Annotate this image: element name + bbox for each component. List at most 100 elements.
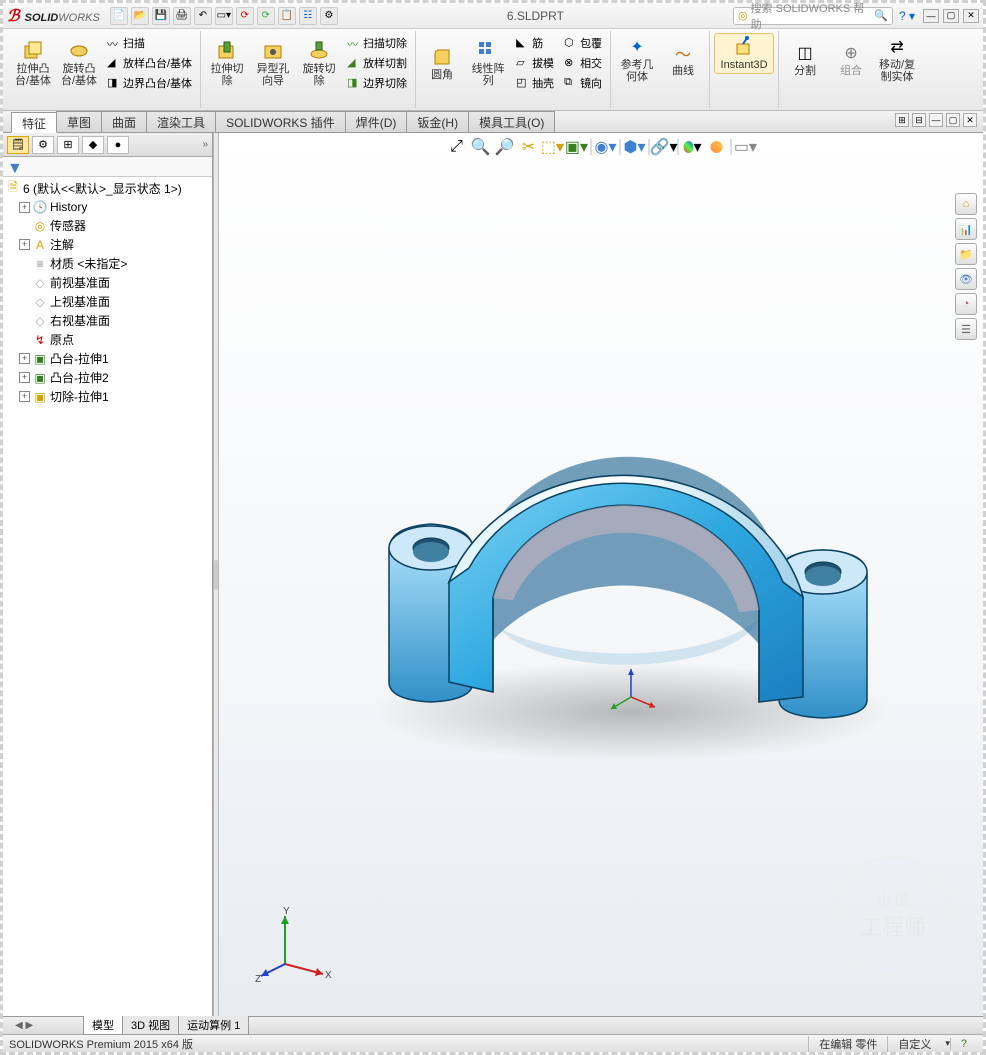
qat-undo-button[interactable]: ↶	[194, 7, 212, 25]
instant3d-button[interactable]: Instant3D	[714, 33, 774, 74]
status-help-button[interactable]: ?	[950, 1038, 977, 1050]
section-view-button[interactable]: ✂	[519, 137, 539, 157]
status-custom[interactable]: 自定义	[887, 1036, 941, 1052]
qat-rebuild2-button[interactable]: ⟳	[257, 7, 275, 25]
tree-origin[interactable]: ↯原点	[5, 330, 210, 349]
zoom-fit-button[interactable]: ⤢	[447, 137, 467, 157]
tab-features[interactable]: 特征	[11, 112, 57, 133]
sweep-cut-button[interactable]: 〰扫描切除	[343, 33, 411, 53]
minimize-button[interactable]: —	[923, 9, 939, 23]
prev-view-button[interactable]: 🔎	[495, 137, 515, 157]
orientation-triad[interactable]: Y X Z	[255, 904, 335, 984]
qat-rebuild-button[interactable]: ⟳	[236, 7, 254, 25]
taskpane-properties-button[interactable]: ☰	[955, 318, 977, 340]
extrude-boss-button[interactable]: 拉伸凸台/基体	[11, 37, 55, 90]
shell-button[interactable]: ◰抽壳	[512, 73, 558, 93]
close-button[interactable]: ✕	[963, 9, 979, 23]
move-copy-button[interactable]: ⇄ 移动/复制实体	[875, 33, 919, 86]
fillet-button[interactable]: 圆角	[420, 43, 464, 84]
hole-wizard-button[interactable]: 异型孔向导	[251, 37, 295, 90]
doc-split-button[interactable]: ⊞	[895, 113, 909, 127]
qat-open-button[interactable]: 📂	[131, 7, 149, 25]
intersect-button[interactable]: ⊗相交	[560, 53, 606, 73]
apply-scene-button[interactable]: 🔗▾	[654, 137, 674, 157]
tree-material[interactable]: ≡材质 <未指定>	[5, 254, 210, 273]
cut-revolve-button[interactable]: 旋转切除	[297, 37, 341, 90]
qat-print-button[interactable]: 🖨	[173, 7, 191, 25]
hide-show-button[interactable]: ◉▾	[596, 137, 616, 157]
tab-motion-study[interactable]: 运动算例 1	[178, 1016, 249, 1035]
panel-collapse-button[interactable]: »	[202, 139, 208, 150]
tab-sketch[interactable]: 草图	[56, 111, 102, 132]
loft-cut-button[interactable]: ◢放样切割	[343, 53, 411, 73]
maximize-button[interactable]: ▢	[943, 9, 959, 23]
doc-minimize-button[interactable]: —	[929, 113, 943, 127]
tree-sensors[interactable]: ◎传感器	[5, 216, 210, 235]
panel-tab-property[interactable]: ⚙	[32, 136, 54, 154]
panel-tab-config[interactable]: ⊞	[57, 136, 79, 154]
tab-addins[interactable]: SOLIDWORKS 插件	[215, 111, 346, 132]
doc-maximize-button[interactable]: ▢	[946, 113, 960, 127]
help-menu-button[interactable]: ? ▾	[899, 9, 915, 23]
panel-tab-display[interactable]: ●	[107, 136, 129, 154]
view-settings-button[interactable]: ▾	[683, 137, 703, 157]
tab-3dview[interactable]: 3D 视图	[122, 1016, 179, 1035]
qat-new-button[interactable]: 📄	[110, 7, 128, 25]
search-icon[interactable]: 🔍	[874, 9, 888, 22]
qat-tree-button[interactable]: ☷	[299, 7, 317, 25]
curves-button[interactable]: 〜 曲线	[661, 39, 705, 80]
taskpane-explorer-button[interactable]: 📁	[955, 243, 977, 265]
tree-top-plane[interactable]: ◇上视基准面	[5, 292, 210, 311]
bottom-tab-strip: ◀ ▶ 模型 3D 视图 运动算例 1	[3, 1016, 983, 1034]
taskpane-view-button[interactable]: 👁	[955, 268, 977, 290]
tab-model[interactable]: 模型	[83, 1016, 123, 1035]
render-button[interactable]	[707, 137, 727, 157]
loft-button[interactable]: ◢放样凸台/基体	[103, 53, 196, 73]
boundary-button[interactable]: ◨边界凸台/基体	[103, 73, 196, 93]
panel-tab-dim[interactable]: ◆	[82, 136, 104, 154]
tree-front-plane[interactable]: ◇前视基准面	[5, 273, 210, 292]
tree-annotations[interactable]: +A注解	[5, 235, 210, 254]
edit-appearance-button[interactable]: ⬢▾	[625, 137, 645, 157]
tree-boss-extrude1[interactable]: +▣凸台-拉伸1	[5, 349, 210, 368]
qat-select-button[interactable]: ▭▾	[215, 7, 233, 25]
doc-close-button[interactable]: ✕	[963, 113, 977, 127]
taskpane-appearance-button[interactable]: ◔	[955, 293, 977, 315]
qat-save-button[interactable]: 💾	[152, 7, 170, 25]
tree-cut-extrude1[interactable]: +▣切除-拉伸1	[5, 387, 210, 406]
boundary-cut-button[interactable]: ◨边界切除	[343, 73, 411, 93]
graphics-viewport[interactable]: ⤢ 🔍 🔎 ✂ ⬚▾ ▣▾ ◉▾ ⬢▾ 🔗▾ ▾ ▭▾	[219, 133, 983, 1016]
view-screen-button[interactable]: ▭▾	[736, 137, 756, 157]
ref-geometry-button[interactable]: ✦ 参考几何体	[615, 33, 659, 86]
tab-surfaces[interactable]: 曲面	[101, 111, 147, 132]
tab-mold[interactable]: 模具工具(O)	[468, 111, 555, 132]
display-style-button[interactable]: ▣▾	[567, 137, 587, 157]
zoom-area-button[interactable]: 🔍	[471, 137, 491, 157]
help-search-input[interactable]: ◎ 搜索 SOLIDWORKS 帮助 🔍	[733, 7, 893, 25]
qat-options-button[interactable]: 📋	[278, 7, 296, 25]
tab-sheetmetal[interactable]: 钣金(H)	[406, 111, 469, 132]
rib-button[interactable]: ◣筋	[512, 33, 558, 53]
tree-right-plane[interactable]: ◇右视基准面	[5, 311, 210, 330]
panel-tab-tree[interactable]: 🗒	[7, 136, 29, 154]
view-orient-button[interactable]: ⬚▾	[543, 137, 563, 157]
cut-extrude-button[interactable]: 拉伸切除	[205, 37, 249, 90]
linear-pattern-button[interactable]: 线性阵列	[466, 37, 510, 90]
revolve-boss-button[interactable]: 旋转凸台/基体	[57, 37, 101, 90]
tree-history[interactable]: +🕓History	[5, 198, 210, 216]
wrap-button[interactable]: ⬡包覆	[560, 33, 606, 53]
qat-settings-button[interactable]: ⚙	[320, 7, 338, 25]
combine-button[interactable]: ⊕ 组合	[829, 39, 873, 80]
tree-root[interactable]: 🗎 6 (默认<<默认>_显示状态 1>)	[5, 179, 210, 198]
doc-split2-button[interactable]: ⊟	[912, 113, 926, 127]
taskpane-library-button[interactable]: 📊	[955, 218, 977, 240]
taskpane-home-button[interactable]: ⌂	[955, 193, 977, 215]
tab-weldments[interactable]: 焊件(D)	[345, 111, 408, 132]
tree-filter-bar[interactable]: ▼	[3, 157, 212, 177]
split-button[interactable]: ◫ 分割	[783, 39, 827, 80]
mirror-button[interactable]: ⧉镜向	[560, 73, 606, 93]
sweep-button[interactable]: 〰扫描	[103, 33, 196, 53]
tree-boss-extrude2[interactable]: +▣凸台-拉伸2	[5, 368, 210, 387]
draft-button[interactable]: ▱拔模	[512, 53, 558, 73]
tab-render[interactable]: 渲染工具	[146, 111, 216, 132]
